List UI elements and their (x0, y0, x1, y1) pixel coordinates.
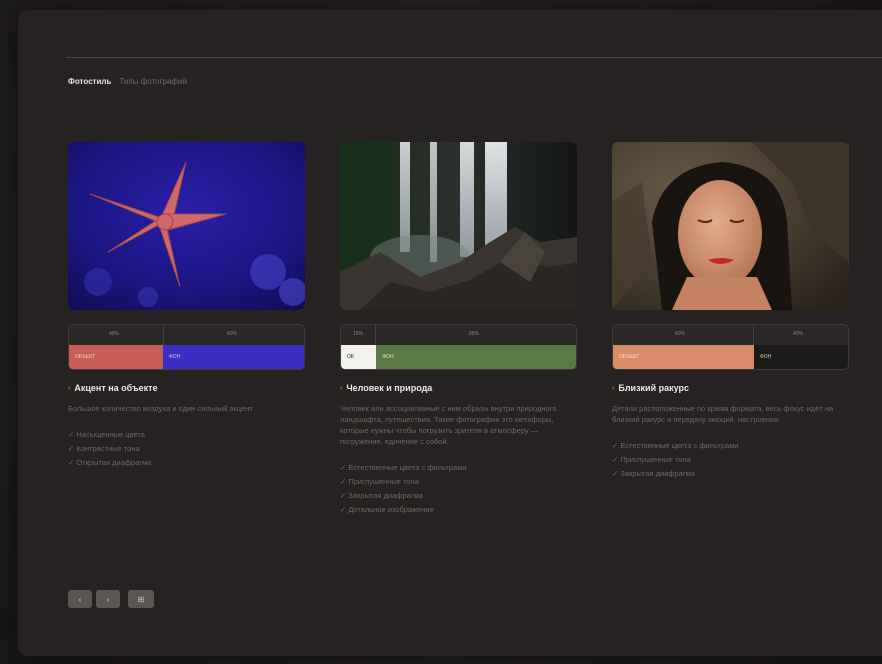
grid-view-button[interactable]: ⊞ (128, 590, 154, 608)
card-description: Большое количество воздуха и один сильны… (68, 404, 253, 413)
tab-photo-types[interactable]: Типы фотографий (119, 77, 187, 86)
check-item: Контрастные тона (68, 442, 305, 456)
check-item: Естественные цвета с фильтрами (340, 461, 577, 475)
background-segment: ФОН (754, 345, 848, 369)
background-segment: ФОН (163, 345, 304, 369)
ratio-divider (163, 325, 164, 345)
check-item: Естественные цвета с фильтрами (612, 439, 849, 453)
check-item: Закрытая диафрагма (340, 489, 577, 503)
card-title: › Близкий ракурс (612, 383, 849, 393)
bullet-icon: › (612, 384, 615, 392)
check-item: Приглушенные тона (612, 453, 849, 467)
object-segment: ОБЪЕКТ (69, 345, 163, 369)
starfish-photo (68, 142, 305, 310)
background-percent: 60% (227, 331, 238, 337)
object-background-ratio: 60% 40% ОБЪЕКТ ФОН (612, 324, 849, 370)
ratio-divider (375, 325, 376, 345)
tab-photostyle[interactable]: Фотостиль (68, 77, 111, 86)
next-slide-button[interactable]: › (96, 590, 120, 608)
portrait-photo (612, 142, 849, 310)
card-title: › Акцент на объекте (68, 383, 305, 393)
card-close-angle: 60% 40% ОБЪЕКТ ФОН › Близкий ракурс Дета… (612, 142, 849, 489)
card-title-text: Человек и природа (346, 383, 433, 393)
ratio-bar: ОБ ФОН (341, 345, 576, 369)
checklist: Естественные цвета с фильтрами Приглушен… (612, 439, 849, 481)
slide-controls: ‹ › ⊞ (68, 590, 154, 608)
bullet-icon: › (68, 384, 71, 392)
card-title: › Человек и природа (340, 383, 577, 393)
background-percent: 40% (793, 331, 804, 337)
object-percent: 60% (675, 331, 686, 337)
card-description: Человек или ассоциативные с ним образы в… (340, 404, 557, 446)
object-segment: ОБЪЕКТ (613, 345, 754, 369)
check-item: Насыщенные цвета (68, 428, 305, 442)
card-title-text: Близкий ракурс (618, 383, 690, 393)
object-percent: 15% (353, 331, 364, 337)
object-background-ratio: 15% 85% ОБ ФОН (340, 324, 577, 370)
prev-slide-button[interactable]: ‹ (68, 590, 92, 608)
card-object-accent: 40% 60% ОБЪЕКТ ФОН › Акцент на объекте Б… (68, 142, 305, 478)
ratio-divider (753, 325, 754, 345)
checklist: Насыщенные цвета Контрастные тона Открыт… (68, 428, 305, 470)
waterfall-photo (340, 142, 577, 310)
object-background-ratio: 40% 60% ОБЪЕКТ ФОН (68, 324, 305, 370)
card-title-text: Акцент на объекте (74, 383, 158, 393)
header-divider (66, 57, 882, 58)
object-percent: 40% (109, 331, 120, 337)
check-item: Приглушенные тона (340, 475, 577, 489)
check-item: Открытая диафрагма (68, 456, 305, 470)
background-segment: ФОН (376, 345, 576, 369)
card-description: Детали расположенные по краям формата, в… (612, 404, 834, 424)
background-percent: 85% (469, 331, 480, 337)
tab-bar: Фотостиль Типы фотографий (68, 77, 187, 86)
check-item: Закрытая диафрагма (612, 467, 849, 481)
checklist: Естественные цвета с фильтрами Приглушен… (340, 461, 577, 517)
ratio-bar: ОБЪЕКТ ФОН (613, 345, 848, 369)
object-segment: ОБ (341, 345, 377, 369)
ratio-bar: ОБЪЕКТ ФОН (69, 345, 304, 369)
bullet-icon: › (340, 384, 343, 392)
card-human-nature: 15% 85% ОБ ФОН › Человек и природа Челов… (340, 142, 577, 525)
check-item: Детальное изображение (340, 503, 577, 517)
